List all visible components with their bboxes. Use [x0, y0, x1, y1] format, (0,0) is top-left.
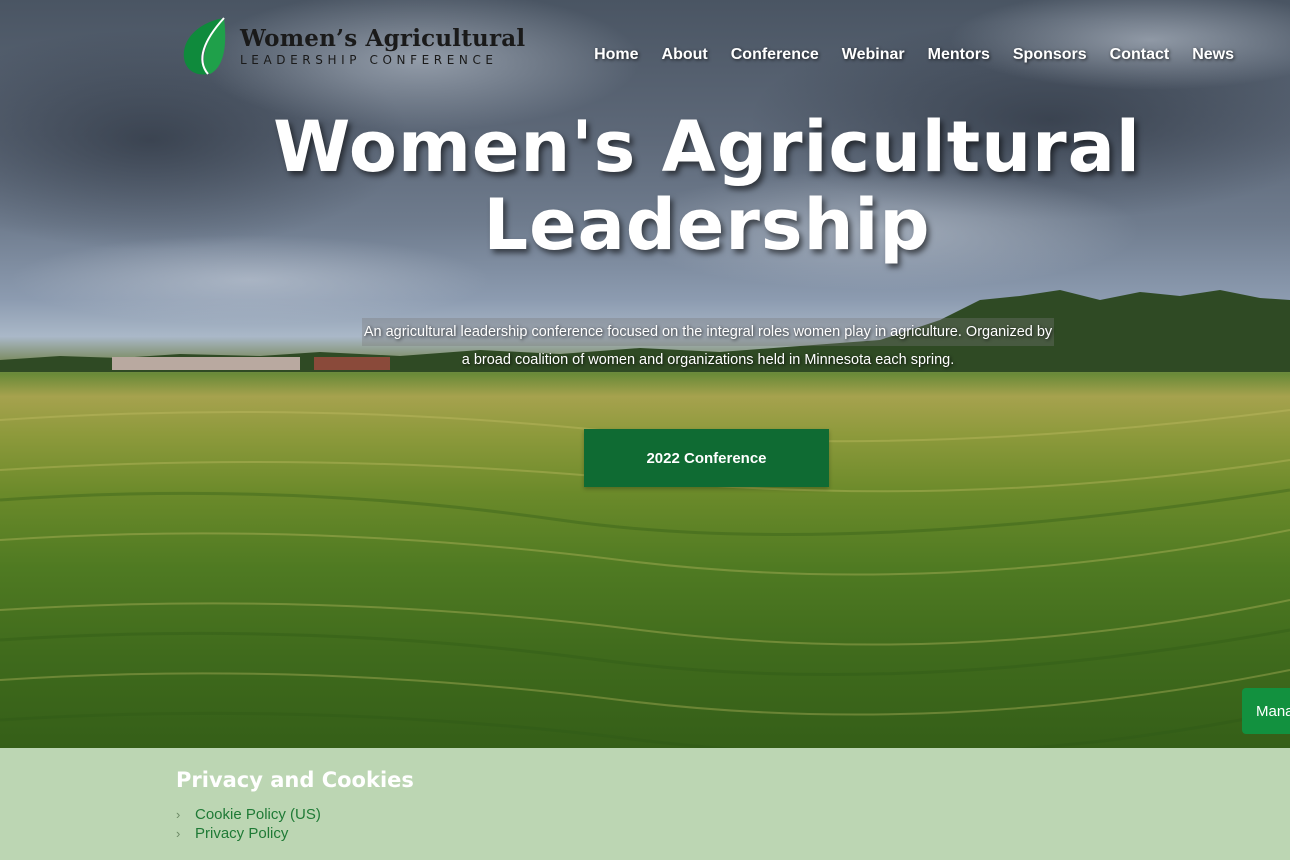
manage-consent-button[interactable]: Manage	[1242, 688, 1290, 734]
conference-2022-button[interactable]: 2022 Conference	[584, 429, 829, 487]
nav-news[interactable]: News	[1192, 46, 1234, 64]
cookie-policy-link[interactable]: Cookie Policy (US)	[195, 806, 321, 823]
nav-about[interactable]: About	[662, 46, 708, 64]
chevron-right-icon: ›	[176, 826, 181, 841]
headline-line-2: Leadership	[483, 184, 931, 266]
hero-headline: Women's Agricultural Leadership	[0, 108, 1290, 264]
nav-contact[interactable]: Contact	[1110, 46, 1170, 64]
nav-mentors[interactable]: Mentors	[928, 46, 990, 64]
logo-subtitle: LEADERSHIP CONFERENCE	[240, 53, 498, 67]
nav-home[interactable]: Home	[594, 46, 638, 64]
main-nav: Home About Conference Webinar Mentors Sp…	[571, 46, 1234, 64]
headline-line-1: Women's Agricultural	[273, 106, 1141, 188]
hero-banner: Women’s Agricultural LEADERSHIP CONFEREN…	[0, 0, 1290, 748]
hero-tagline: An agricultural leadership conference fo…	[358, 318, 1058, 374]
nav-conference[interactable]: Conference	[731, 46, 819, 64]
logo-title: Women’s Agricultural	[240, 25, 526, 52]
footer-links: › Cookie Policy (US) › Privacy Policy	[176, 805, 321, 843]
list-item: › Cookie Policy (US)	[176, 805, 321, 824]
tagline-line-1: An agricultural leadership conference fo…	[361, 318, 1055, 346]
site-logo[interactable]: Women’s Agricultural LEADERSHIP CONFEREN…	[180, 16, 525, 78]
footer-heading: Privacy and Cookies	[176, 768, 414, 792]
privacy-policy-link[interactable]: Privacy Policy	[195, 825, 288, 842]
nav-sponsors[interactable]: Sponsors	[1013, 46, 1087, 64]
footer: Privacy and Cookies › Cookie Policy (US)…	[0, 748, 1290, 860]
list-item: › Privacy Policy	[176, 824, 321, 843]
tagline-line-2: a broad coalition of women and organizat…	[461, 352, 955, 368]
leaf-logo-icon	[183, 17, 226, 75]
chevron-right-icon: ›	[176, 807, 181, 822]
nav-webinar[interactable]: Webinar	[842, 46, 905, 64]
